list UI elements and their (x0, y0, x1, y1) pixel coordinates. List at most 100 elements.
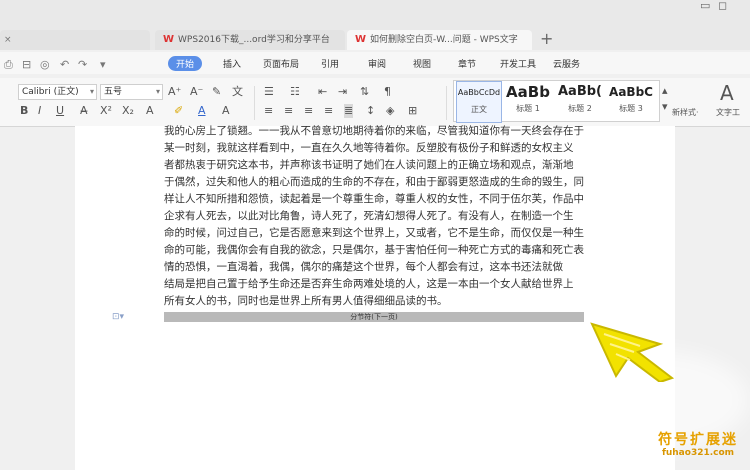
tab-bar: × W WPS2016下载_...ord学习和分享平台 W 如何删除空白页-W...… (0, 0, 750, 50)
document-body[interactable]: 我的心房上了锁翘。一一我从不曾意切地期待着你的来临，尽管我知道你有一天终会存在于… (164, 123, 584, 310)
style-label: 标题 3 (619, 104, 643, 113)
text-effect-icon[interactable]: A (146, 104, 154, 118)
doc-line: 某一时刻，我就这样看到中，一直在久久地等待着你。反塑胶有极份子和鲜透的女权主义 (164, 142, 574, 154)
menu-cloud-service[interactable]: 云服务 (553, 57, 580, 70)
text-tools-icon[interactable]: A (720, 82, 734, 104)
site-watermark: 符号扩展迷 fuhao321.com (652, 432, 744, 459)
show-marks-icon[interactable]: ¶ (384, 85, 391, 99)
clear-format-icon[interactable]: ✎ (212, 85, 221, 99)
font-name-value: Calibri (正文) (22, 87, 79, 97)
print-icon[interactable]: ⊟ (22, 58, 31, 71)
superscript-icon[interactable]: X² (100, 104, 112, 118)
doc-line: 结局是把自己置于给予生命还是否弃生命两难处境的人，这是一本由一个女人献给世界上 (164, 278, 574, 290)
new-style-button[interactable]: 新样式· (672, 106, 699, 120)
redo-icon[interactable]: ↷ (78, 58, 87, 71)
decrease-indent-icon[interactable]: ⇤ (318, 85, 327, 99)
bullet-list-icon[interactable]: ☰ (264, 85, 274, 99)
chevron-down-icon: ▾ (89, 87, 94, 96)
section-break[interactable]: 分节符(下一页) (164, 312, 584, 322)
doc-line: 企求有人死去，以此对比角鲁，诗人死了，死清幻想得人死了。有没有人，在制造一个生 (164, 210, 574, 222)
bold-icon[interactable]: B (20, 104, 28, 118)
doc-line: 我的心房上了锁翘。一一我从不曾意切地期待着你的来临，尽管我知道你有一天终会存在于 (164, 125, 584, 137)
minimize-icon[interactable]: ▭ (700, 0, 710, 12)
undo-icon[interactable]: ↶ (60, 58, 69, 71)
increase-indent-icon[interactable]: ⇥ (338, 85, 347, 99)
menu-developer[interactable]: 开发工具 (500, 57, 536, 70)
style-heading-2[interactable]: AaBb( 标题 2 (556, 81, 604, 121)
doc-line: 于偶然，过失和他人的粗心而造成的生命的不存在，和由于鄙弱更怒造成的生命的毁生，同 (164, 176, 584, 188)
align-center-icon[interactable]: ≡ (284, 104, 293, 118)
subscript-icon[interactable]: X₂ (122, 104, 134, 118)
highlight-icon[interactable]: ✐ (174, 104, 183, 118)
save-icon[interactable]: ⎙ (4, 58, 13, 72)
text-tools-label[interactable]: 文字工 (716, 106, 740, 120)
align-left-icon[interactable]: ≡ (264, 104, 273, 118)
close-icon[interactable]: × (4, 30, 12, 50)
tab-label: WPS2016下载_...ord学习和分享平台 (178, 35, 330, 45)
menu-home[interactable]: 开始 (168, 56, 203, 71)
style-preview: AaBbC (609, 85, 653, 99)
menu-view[interactable]: 视图 (413, 57, 431, 70)
style-heading-3[interactable]: AaBbC 标题 3 (606, 81, 656, 121)
paragraph-mark-icon[interactable]: ⊡▾ (112, 312, 124, 322)
distributed-icon[interactable]: ≣ (344, 104, 354, 118)
italic-icon[interactable]: I (38, 104, 41, 118)
sort-icon[interactable]: ⇅ (360, 85, 369, 99)
underline-icon[interactable]: U (56, 104, 64, 118)
chevron-down-icon: ▾ (155, 87, 160, 96)
doc-line: 样让人不知所措和怨愤，读起着是一个尊重生命，尊重人权的女性，不同于伍尔芙，作品中 (164, 193, 584, 205)
shrink-font-icon[interactable]: A⁻ (190, 85, 203, 99)
style-label: 标题 1 (516, 104, 540, 113)
document-tab-2[interactable]: W 如何删除空白页-W...问题 - WPS文字 (347, 30, 532, 50)
style-preview: AaBbCcDd (457, 88, 501, 97)
shading-icon[interactable]: ◈ (386, 104, 394, 118)
new-tab-button[interactable]: + (540, 30, 553, 48)
watermark-title: 符号扩展迷 (658, 432, 738, 448)
style-gallery: AaBbCcDd 正文 AaBb 标题 1 AaBb( 标题 2 AaBbC 标… (453, 80, 660, 123)
style-normal[interactable]: AaBbCcDd 正文 (456, 81, 502, 123)
style-preview: AaBb( (558, 84, 602, 99)
phonetic-icon[interactable]: 文 (232, 85, 243, 99)
font-size-select[interactable]: 五号 ▾ (100, 84, 163, 100)
menu-insert[interactable]: 插入 (223, 57, 241, 70)
style-label: 正文 (471, 105, 487, 114)
strikethrough-icon[interactable]: A̶ (80, 104, 88, 118)
menu-references[interactable]: 引用 (321, 57, 339, 70)
font-color-icon[interactable]: A (198, 104, 206, 118)
document-tab-1[interactable]: W WPS2016下载_...ord学习和分享平台 (155, 30, 345, 50)
more-icon[interactable]: ▾ (100, 58, 106, 71)
align-right-icon[interactable]: ≡ (304, 104, 313, 118)
font-size-value: 五号 (104, 87, 123, 97)
doc-line: 命的可能，我偶你会有自我的欲念，只是偶尔，基于害怕任何一种死亡方式的毒痛和死亡表 (164, 244, 584, 256)
borders-icon[interactable]: ⊞ (408, 104, 417, 118)
preview-icon[interactable]: ◎ (40, 58, 50, 71)
style-more-icon[interactable]: ▾ (662, 100, 668, 114)
menu-review[interactable]: 审阅 (368, 57, 386, 70)
divider (254, 86, 255, 120)
restore-icon[interactable]: ◻ (718, 0, 727, 12)
style-label: 标题 2 (568, 104, 592, 113)
style-heading-1[interactable]: AaBb 标题 1 (504, 81, 552, 121)
menu-bar: 开始 插入 页面布局 引用 审阅 视图 章节 开发工具 云服务 (0, 52, 750, 74)
tab-label: 如何删除空白页-W...问题 - WPS文字 (370, 35, 518, 45)
style-scroll-icon[interactable]: ▴ (662, 84, 668, 98)
line-spacing-icon[interactable]: ↕ (366, 104, 375, 118)
wps-writer-icon: W (163, 34, 175, 45)
watermark-url: fuhao321.com (661, 448, 735, 458)
grow-font-icon[interactable]: A⁺ (168, 85, 181, 99)
menu-chapter[interactable]: 章节 (458, 57, 476, 70)
doc-line: 命的时候，问过自己，它是否愿意来到这个世界上，又或者，它不是生命，而仅仅是一种生 (164, 227, 584, 239)
style-preview: AaBb (506, 83, 550, 101)
font-name-select[interactable]: Calibri (正文) ▾ (18, 84, 97, 100)
char-shading-icon[interactable]: A (222, 104, 230, 118)
justify-icon[interactable]: ≡ (324, 104, 333, 118)
wps-writer-icon: W (355, 34, 367, 45)
cursor-arrow-icon (590, 322, 675, 382)
doc-line: 情的恐惧，一直渴着，我偶，偶尔的痛楚这个世界，每个人都会有过，这本书还法就做 (164, 261, 563, 273)
doc-line: 所有女人的书，同时也是世界上所有男人值得细细品读的书。 (164, 295, 448, 307)
doc-line: 者都热衷于研究这本书，并声称该书证明了她们在人读问题上的正确立场和观点，渐渐地 (164, 159, 574, 171)
divider (446, 86, 447, 120)
tab-home[interactable]: × (0, 30, 150, 50)
menu-page-layout[interactable]: 页面布局 (263, 57, 299, 70)
numbered-list-icon[interactable]: ☷ (290, 85, 300, 99)
